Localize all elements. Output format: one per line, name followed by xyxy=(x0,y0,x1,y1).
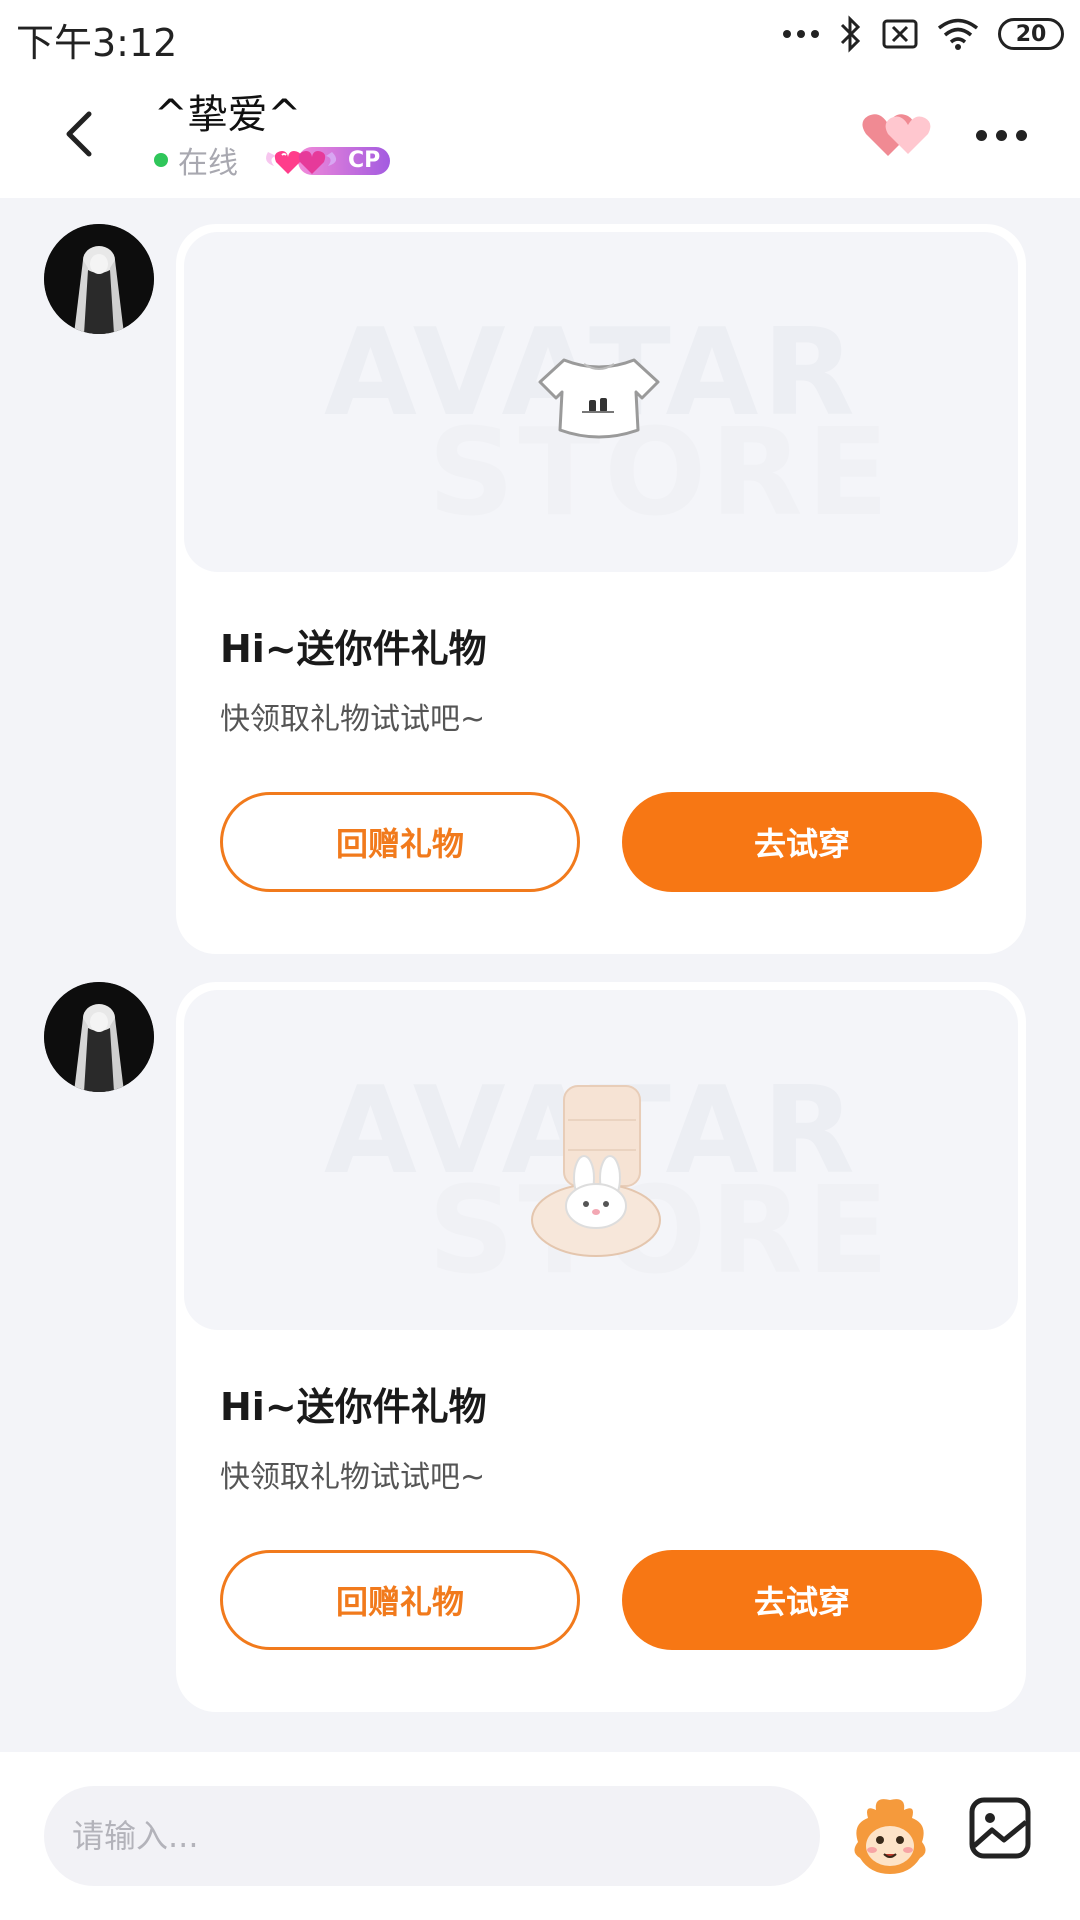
battery-icon: 20 xyxy=(998,18,1064,50)
return-gift-button[interactable]: 回赠礼物 xyxy=(220,1550,580,1650)
status-time: 下午3:12 xyxy=(16,21,178,65)
status-icons: 20 xyxy=(782,12,1064,56)
image-icon xyxy=(969,1797,1031,1859)
cp-label: CP xyxy=(348,148,381,173)
anime-avatar-icon xyxy=(44,224,154,334)
crop-top-shirt-icon xyxy=(538,358,660,439)
gift-message-card: AVATAR STORE Hi~送你件礼物 快领取礼物试试吧~ 回赠礼物 去试穿 xyxy=(176,224,1026,954)
emoji-button[interactable] xyxy=(848,1794,932,1878)
image-button[interactable] xyxy=(968,1796,1032,1860)
gift-message-card: AVATAR STORE Hi~送你件礼物 快领取礼物试试吧~ 回赠礼物 去试穿 xyxy=(176,982,1026,1712)
back-button[interactable] xyxy=(48,98,108,170)
input-bar xyxy=(0,1752,1080,1920)
gift-preview[interactable]: AVATAR STORE xyxy=(184,990,1018,1330)
chat-title[interactable]: ^挚爱^ xyxy=(154,82,301,140)
sim-off-icon xyxy=(882,19,918,49)
monkey-emoji-icon xyxy=(854,1799,926,1874)
sender-avatar[interactable] xyxy=(44,224,154,334)
gift-subtitle: 快领取礼物试试吧~ xyxy=(220,1460,486,1495)
winged-hearts-icon xyxy=(266,151,337,174)
gift-title: Hi~送你件礼物 xyxy=(220,627,487,671)
chat-header: ^挚爱^ 在线 CP xyxy=(0,70,1080,198)
bunny-boot-icon xyxy=(531,1085,661,1257)
return-gift-button[interactable]: 回赠礼物 xyxy=(220,792,580,892)
bluetooth-icon xyxy=(840,15,861,53)
more-icon xyxy=(975,129,987,141)
back-arrow-icon xyxy=(66,111,92,157)
sender-avatar[interactable] xyxy=(44,982,154,1092)
message-input[interactable] xyxy=(44,1786,820,1886)
presence-row: 在线 CP xyxy=(154,140,392,181)
try-on-button[interactable]: 去试穿 xyxy=(622,792,982,892)
double-heart-icon xyxy=(862,114,931,156)
gift-title: Hi~送你件礼物 xyxy=(220,1385,487,1429)
online-dot xyxy=(154,153,168,167)
battery-level: 20 xyxy=(1015,21,1047,47)
intimacy-button[interactable] xyxy=(858,104,938,164)
online-status: 在线 xyxy=(178,146,238,181)
try-on-button[interactable]: 去试穿 xyxy=(622,1550,982,1650)
anime-avatar-icon xyxy=(44,982,154,1092)
more-dots-icon xyxy=(783,30,819,38)
gift-preview[interactable]: AVATAR STORE xyxy=(184,232,1018,572)
gift-subtitle: 快领取礼物试试吧~ xyxy=(220,702,486,737)
status-bar: 下午3:12 20 xyxy=(0,0,1080,70)
cp-badge[interactable]: CP xyxy=(262,140,392,180)
wifi-icon xyxy=(937,18,979,50)
more-button[interactable] xyxy=(966,110,1036,160)
